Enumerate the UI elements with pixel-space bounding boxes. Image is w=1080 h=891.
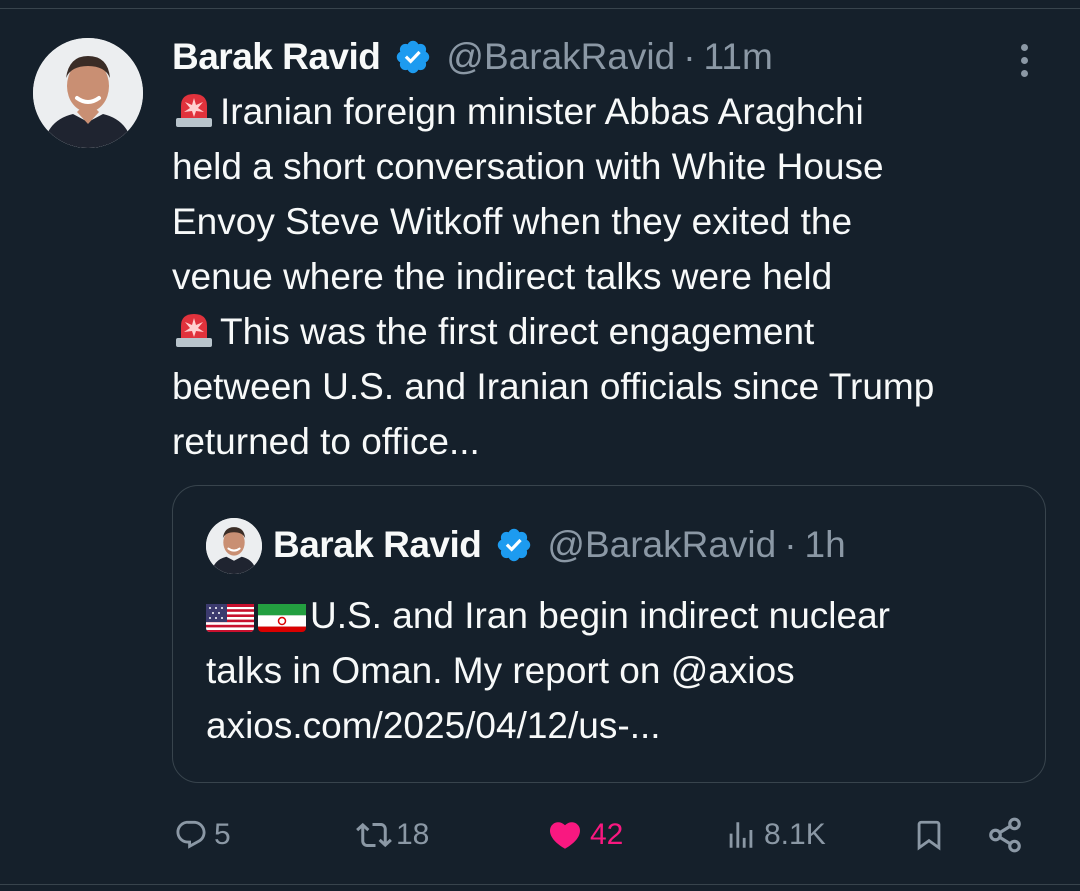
tweet-line: Iranian foreign minister Abbas Araghchi (172, 84, 1052, 139)
author-avatar[interactable] (33, 38, 143, 148)
quoted-tweet-header: Barak Ravid @BarakRavid · 1h (273, 522, 846, 568)
share-button[interactable] (986, 810, 1024, 860)
separator-dot: · (784, 524, 797, 565)
bookmark-icon (912, 816, 946, 854)
quoted-author-name[interactable]: Barak Ravid (273, 524, 482, 566)
views-icon (724, 818, 758, 852)
quoted-line-text: U.S. and Iran begin indirect nuclear (310, 595, 891, 636)
quoted-line: talks in Oman. My report on @axios (206, 650, 795, 691)
quoted-author-avatar[interactable] (206, 518, 262, 574)
siren-icon (172, 88, 216, 128)
like-button[interactable]: 42 (546, 810, 623, 860)
share-icon (986, 816, 1024, 854)
separator-dot: · (683, 36, 696, 77)
repost-count: 18 (396, 818, 430, 851)
quoted-tweet-text: U.S. and Iran begin indirect nuclear tal… (206, 588, 1026, 753)
reply-button[interactable]: 5 (174, 810, 231, 860)
like-count: 42 (590, 818, 624, 851)
siren-icon (172, 308, 216, 348)
tweet-line: Envoy Steve Witkoff when they exited the (172, 201, 853, 242)
action-bar: 5 18 42 8.1K (0, 810, 1080, 860)
tweet-time[interactable]: 11m (704, 36, 773, 78)
tweet-line-text: This was the first direct engagement (220, 311, 815, 352)
quoted-tweet-time[interactable]: 1h (805, 524, 846, 566)
views-button[interactable]: 8.1K (724, 810, 826, 860)
tweet-line: held a short conversation with White Hou… (172, 146, 884, 187)
bookmark-button[interactable] (912, 810, 946, 860)
heart-icon (546, 817, 584, 853)
author-name[interactable]: Barak Ravid (172, 36, 381, 78)
us-flag-icon (206, 598, 254, 632)
quoted-author-handle[interactable]: @BarakRavid (547, 524, 776, 566)
tweet-line-text: Iranian foreign minister Abbas Araghchi (220, 91, 864, 132)
author-handle[interactable]: @BarakRavid (446, 36, 675, 78)
tweet-text: Iranian foreign minister Abbas Araghchi … (172, 84, 1052, 469)
verified-badge-icon (394, 38, 432, 76)
quoted-tweet[interactable]: Barak Ravid @BarakRavid · 1h U.S. and Ir… (172, 485, 1046, 783)
reply-icon (174, 818, 208, 852)
bottom-divider (0, 884, 1080, 885)
repost-button[interactable]: 18 (356, 810, 429, 860)
iran-flag-icon (258, 598, 306, 632)
top-divider (0, 8, 1080, 9)
views-count: 8.1K (764, 818, 826, 851)
quoted-line: U.S. and Iran begin indirect nuclear (206, 588, 1026, 643)
tweet-line: between U.S. and Iranian officials since… (172, 366, 935, 407)
verified-badge-icon (495, 526, 533, 564)
tweet-line: returned to office... (172, 421, 480, 462)
tweet-line: This was the first direct engagement (172, 304, 1052, 359)
tweet-line: venue where the indirect talks were held (172, 256, 833, 297)
more-icon[interactable] (1004, 40, 1044, 80)
tweet-header: Barak Ravid @BarakRavid · 11m (172, 34, 773, 80)
repost-icon (356, 817, 392, 853)
quoted-line[interactable]: axios.com/2025/04/12/us-... (206, 698, 1026, 753)
reply-count: 5 (214, 818, 231, 851)
